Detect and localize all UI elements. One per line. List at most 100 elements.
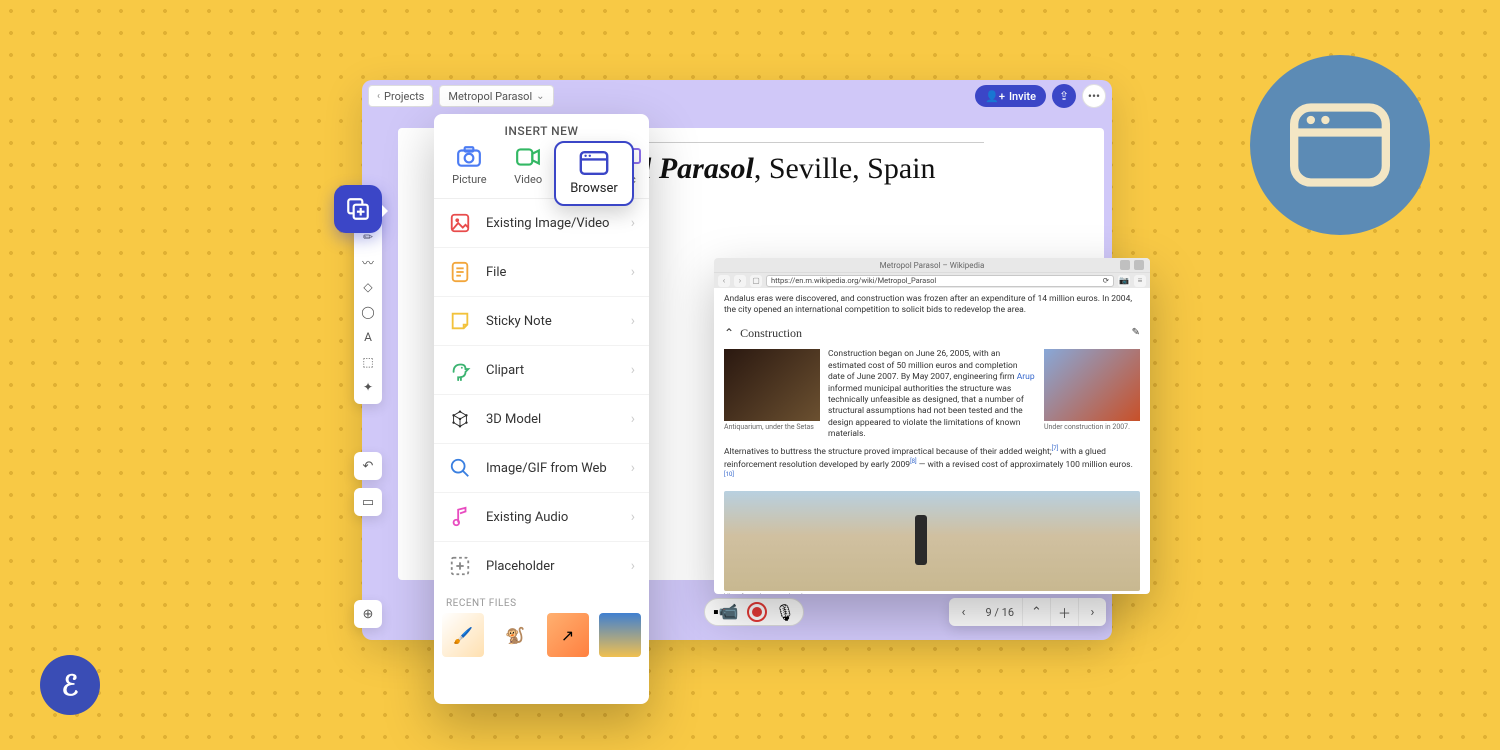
share-button[interactable]: ⇪ [1052,84,1076,108]
window-icon [1290,100,1390,190]
nav-tabs[interactable]: ▢ [750,275,762,287]
highlighter-tool[interactable]: 〰 [359,253,377,271]
fullscreen-button[interactable]: ▭ [354,488,382,516]
menu-file[interactable]: File › [434,248,649,297]
zoom-button[interactable]: ⊕ [354,600,382,628]
section-heading[interactable]: ⌃ Construction ✎ [724,325,1140,341]
recent-thumbnail[interactable] [599,613,641,657]
menu-label: 3D Model [486,412,541,427]
fill-tool[interactable]: ◇ [359,278,377,296]
bird-icon [448,358,472,382]
app-logo: ℰ [40,655,100,715]
prev-page[interactable]: ‹ [949,598,977,626]
edit-icon[interactable]: ✎ [1132,326,1140,340]
menu-web-image[interactable]: Image/GIF from Web › [434,444,649,493]
nav-camera[interactable]: 📷 [1118,275,1130,287]
cube-icon [448,407,472,431]
menu-placeholder[interactable]: Placeholder › [434,542,649,590]
add-page[interactable]: ＋ [1050,598,1078,626]
shapes-tool[interactable]: ◯ [359,303,377,321]
undo-button[interactable]: ↶ [354,452,382,480]
menu-existing-audio[interactable]: Existing Audio › [434,493,649,542]
record-button[interactable] [747,602,767,622]
video-camera-icon[interactable]: ▪📹 [713,602,739,622]
menu-sticky-note[interactable]: Sticky Note › [434,297,649,346]
ellipsis-icon: ••• [1088,89,1100,103]
search-icon [448,456,472,480]
insert-panel-title: INSERT NEW [434,114,649,144]
copy-plus-icon [345,196,371,222]
browser-content: Andalus eras were discovered, and constr… [714,288,1150,594]
chevron-left-icon: ‹ [377,91,380,102]
nav-back[interactable]: ‹ [718,275,730,287]
title-rest: , Seville, Spain [754,152,936,185]
video-icon [513,144,543,170]
close-icon[interactable] [1134,260,1144,270]
chevron-down-icon: ⌄ [536,91,544,102]
menu-existing-media[interactable]: Existing Image/Video › [434,199,649,248]
article-image [1044,349,1140,421]
insert-browser-selected[interactable]: Browser [554,141,634,206]
browser-navbar: ‹ › ▢ https://en.m.wikipedia.org/wiki/Me… [714,272,1150,288]
music-icon [448,505,472,529]
insert-button[interactable] [334,185,382,233]
back-to-projects[interactable]: ‹ Projects [368,85,433,107]
file-icon [448,260,472,284]
intro-text: Andalus eras were discovered, and constr… [724,294,1140,317]
image-caption: Antiquarium, under the Setas [724,423,820,432]
project-selector[interactable]: Metropol Parasol ⌄ [439,85,553,107]
browser-titlebar: Metropol Parasol – Wikipedia [714,258,1150,272]
chevron-right-icon: › [631,215,635,231]
article-paragraph: Construction began on June 26, 2005, wit… [828,349,1036,441]
text-tool[interactable]: A [359,328,377,346]
laser-tool[interactable]: ✦ [359,378,377,396]
chevron-right-icon: › [631,509,635,525]
chevron-right-icon: › [631,313,635,329]
menu-label: Clipart [486,363,524,378]
browser-title-text: Metropol Parasol – Wikipedia [880,261,985,270]
share-square-icon[interactable] [1120,260,1130,270]
app-logo-glyph: ℰ [62,669,79,702]
reload-icon[interactable]: ⟳ [1103,276,1109,285]
sticky-icon [448,309,472,333]
share-icon: ⇪ [1059,89,1069,103]
url-bar[interactable]: https://en.m.wikipedia.org/wiki/Metropol… [766,275,1114,287]
topbar: ‹ Projects Metropol Parasol ⌄ 👤+ Invite … [362,80,1112,112]
page-up[interactable]: ⌃ [1022,598,1050,626]
invite-button[interactable]: 👤+ Invite [975,85,1046,107]
select-tool[interactable]: ⬚ [359,353,377,371]
camera-icon [454,144,484,170]
nav-forward[interactable]: › [734,275,746,287]
chevron-right-icon: › [631,264,635,280]
menu-3d-model[interactable]: 3D Model › [434,395,649,444]
recent-files-label: RECENT FILES [434,590,649,613]
menu-label: Existing Audio [486,510,568,525]
menu-label: Sticky Note [486,314,552,329]
arup-link[interactable]: Arup [1017,372,1035,382]
menu-label: Existing Image/Video [486,216,609,231]
insert-video[interactable]: Video [501,144,555,186]
nav-menu[interactable]: ≡ [1134,275,1146,287]
recent-thumbnail[interactable]: 🖌️ [442,613,484,657]
menu-label: Image/GIF from Web [486,461,607,476]
recording-bar: ▪📹 🎙 [704,598,804,626]
back-label: Projects [384,90,424,103]
more-menu[interactable]: ••• [1082,84,1106,108]
menu-clipart[interactable]: Clipart › [434,346,649,395]
insert-top-label: Video [514,173,542,186]
insert-picture[interactable]: Picture [442,144,496,186]
chevron-right-icon: › [631,362,635,378]
mic-icon[interactable]: 🎙 [775,603,795,622]
embedded-browser[interactable]: Metropol Parasol – Wikipedia ‹ › ▢ https… [714,258,1150,594]
chevron-right-icon: › [631,558,635,574]
image-icon [448,211,472,235]
insert-menu-list: Existing Image/Video › File › Sticky Not… [434,198,649,590]
chevron-right-icon: › [631,411,635,427]
url-text: https://en.m.wikipedia.org/wiki/Metropol… [771,276,936,285]
insert-top-label: Picture [452,173,487,186]
recent-thumbnail[interactable]: 🐒 [494,613,536,657]
invite-label: Invite [1009,90,1036,103]
recent-thumbnail[interactable]: ↗ [547,613,589,657]
window-icon [579,151,609,175]
next-page[interactable]: › [1078,598,1106,626]
